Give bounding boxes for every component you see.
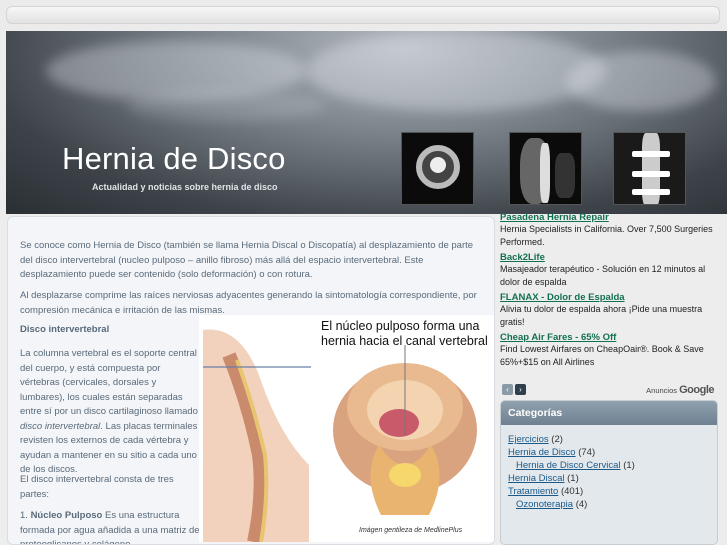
categories-widget: Categorías Ejercicios (2) Hernia de Disc… [500,400,718,545]
google-logo: Google [679,384,714,396]
parts-paragraph: El disco intervertebral consta de tres p… [20,474,174,500]
ad-desc-4: Find Lowest Airfares on CheapOair®. Book… [500,344,704,367]
vertebral-text-italic: disco intervertebral [20,420,101,432]
ad-desc-3: Alivia tu dolor de espalda ahora ¡Pide u… [500,304,703,327]
ad-desc-2: Masajeador terapéutico - Solución en 12 … [500,264,706,287]
hernia-illustration: El núcleo pulposo forma una hernia hacia… [199,315,494,542]
mri-thumbnail-axial [401,132,474,205]
category-link-hernia-discal[interactable]: Hernia Discal [508,473,565,484]
vertebral-paragraph: La columna vertebral es el soporte centr… [20,347,200,478]
site-subtitle: Actualidad y noticias sobre hernia de di… [92,182,278,192]
nucleus-paragraph: 1. Núcleo Pulposo Es una estructura form… [20,509,200,544]
top-strip [6,6,720,24]
categories-title: Categorías [501,401,717,425]
ad-title-4[interactable]: Cheap Air Fares - 65% Off [500,332,720,343]
main-content: Se conoce como Hernia de Disco (también … [7,216,495,545]
spine-illustration [203,329,477,542]
top-bar [0,0,727,30]
category-count: (401) [560,486,584,497]
ad-desc-1: Hernia Specialists in California. Over 7… [500,224,713,247]
category-link-ozonoterapia[interactable]: Ozonoterapia [516,499,573,510]
categories-list: Ejercicios (2) Hernia de Disco (74) Hern… [501,425,717,519]
category-item: Tratamiento (401) [508,485,710,498]
figure-credit: Imágen gentileza de MedlinePlus [359,527,463,534]
ads-prev-button[interactable]: ‹ [502,384,513,395]
category-link-tratamiento[interactable]: Tratamiento [508,486,558,497]
site-header: Hernia de Disco Actualidad y noticias so… [6,31,727,214]
ad-title-1[interactable]: Pasadena Hernia Repair [500,212,720,223]
mri-thumbnail-sagittal [509,132,582,205]
category-count: (1) [623,460,635,471]
xray-thumbnail-spine [613,132,686,205]
ads-next-button[interactable]: › [515,384,526,395]
nucleus-number: 1. [20,510,31,521]
category-item: Ozonoterapia (4) [508,498,710,511]
category-item: Hernia de Disco Cervical (1) [508,459,710,472]
category-link-hernia-de-disco[interactable]: Hernia de Disco [508,447,576,458]
category-count: (4) [575,499,588,510]
category-item: Hernia de Disco (74) [508,446,710,459]
category-count: (1) [567,473,579,484]
category-link-ejercicios[interactable]: Ejercicios [508,434,549,445]
ad-title-2[interactable]: Back2Life [500,252,720,263]
figure-caption: El núcleo pulposo forma una hernia hacia… [321,319,488,348]
category-count: (74) [578,447,596,458]
vertebral-text-a: La columna vertebral es el soporte centr… [20,348,198,417]
site-title[interactable]: Hernia de Disco [62,141,286,177]
ad-title-3[interactable]: FLANAX - Dolor de Espalda [500,292,720,303]
category-link-hernia-cervical[interactable]: Hernia de Disco Cervical [516,460,621,471]
category-item: Ejercicios (2) [508,433,710,446]
category-item: Hernia Discal (1) [508,472,710,485]
compression-paragraph: Al desplazarse comprime las raíces nervi… [20,290,477,316]
section-heading: Disco intervertebral [20,324,110,335]
ads-by-google[interactable]: Anuncios Google [646,384,714,396]
nucleus-bold: Núcleo Pulposo [30,510,103,521]
category-count: (2) [551,434,563,445]
ads-by-label: Anuncios [646,386,678,395]
ads-block: Pasadena Hernia Repair Hernia Specialist… [500,212,720,397]
ads-footer: ‹ › Anuncios Google [500,382,720,398]
intro-paragraph: Se conoce como Hernia de Disco (también … [20,240,474,280]
